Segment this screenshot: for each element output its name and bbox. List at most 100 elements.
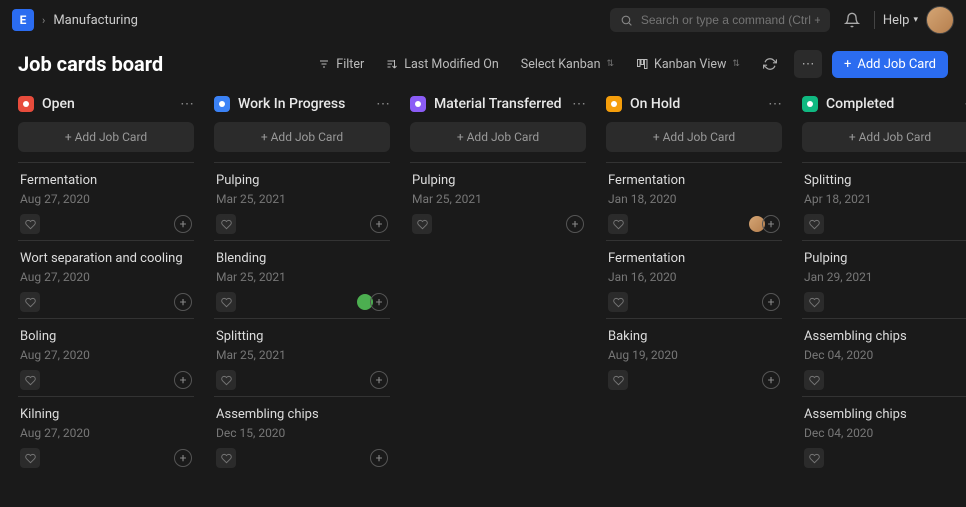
add-assignee-button[interactable]: + [762, 293, 780, 311]
add-assignee-button[interactable]: + [762, 215, 780, 233]
job-card[interactable]: FermentationJan 16, 2020+ [606, 240, 782, 318]
like-button[interactable] [216, 292, 236, 312]
add-assignee-button[interactable]: + [174, 215, 192, 233]
refresh-button[interactable] [756, 50, 784, 78]
column-status-icon [214, 96, 230, 112]
card-footer: + [608, 370, 780, 390]
add-card-button[interactable]: + Add Job Card [606, 122, 782, 152]
like-button[interactable] [804, 448, 824, 468]
plus-icon: + [844, 57, 851, 72]
user-avatar[interactable] [926, 6, 954, 34]
add-assignee-button[interactable]: + [174, 449, 192, 467]
add-assignee-button[interactable]: + [174, 293, 192, 311]
kanban-column: Open ⋯ + Add Job Card FermentationAug 27, 2… [18, 96, 194, 474]
card-date: Mar 25, 2021 [216, 270, 388, 284]
card-footer: + [216, 370, 388, 390]
column-title: Open [42, 96, 172, 112]
job-card[interactable]: PulpingMar 25, 2021+ [214, 162, 390, 240]
heart-icon [809, 297, 820, 308]
add-card-button[interactable]: + Add Job Card [410, 122, 586, 152]
job-card[interactable]: SplittingMar 25, 2021+ [214, 318, 390, 396]
column-status-icon [18, 96, 34, 112]
card-date: Mar 25, 2021 [216, 348, 388, 362]
like-button[interactable] [804, 292, 824, 312]
like-button[interactable] [20, 370, 40, 390]
job-card[interactable]: FermentationAug 27, 2020+ [18, 162, 194, 240]
like-button[interactable] [20, 214, 40, 234]
job-card[interactable]: Assembling chipsDec 15, 2020+ [214, 396, 390, 474]
job-card[interactable]: Assembling chipsDec 04, 2020 [802, 318, 966, 396]
column-menu-button[interactable]: ⋯ [768, 96, 782, 112]
group-select[interactable]: Select Kanban ⇅ [515, 53, 620, 76]
like-button[interactable] [412, 214, 432, 234]
sort-button[interactable]: Last Modified On [380, 53, 505, 76]
card-footer [804, 214, 966, 234]
notifications-button[interactable] [838, 6, 866, 34]
card-footer [804, 370, 966, 390]
job-card[interactable]: PulpingJan 29, 2021 [802, 240, 966, 318]
card-date: Aug 27, 2020 [20, 426, 192, 440]
card-title: Kilning [20, 407, 192, 422]
job-card[interactable]: BakingAug 19, 2020+ [606, 318, 782, 396]
add-card-button[interactable]: + Add Job Card [802, 122, 966, 152]
like-button[interactable] [804, 370, 824, 390]
job-card[interactable]: SplittingApr 18, 2021 [802, 162, 966, 240]
heart-icon [809, 219, 820, 230]
assignees: + [566, 215, 584, 233]
column-status-icon [606, 96, 622, 112]
card-footer: + [20, 448, 192, 468]
job-card[interactable]: FermentationJan 18, 2020+ [606, 162, 782, 240]
job-card[interactable]: BolingAug 27, 2020+ [18, 318, 194, 396]
like-button[interactable] [216, 214, 236, 234]
add-assignee-button[interactable]: + [370, 371, 388, 389]
more-button[interactable]: ⋯ [794, 50, 822, 78]
add-assignee-button[interactable]: + [370, 449, 388, 467]
add-job-card-button[interactable]: + Add Job Card [832, 51, 948, 78]
job-card[interactable]: Assembling chipsDec 04, 2020 [802, 396, 966, 474]
search-box[interactable] [610, 8, 830, 32]
like-button[interactable] [20, 292, 40, 312]
job-card[interactable]: Wort separation and coolingAug 27, 2020+ [18, 240, 194, 318]
breadcrumb[interactable]: Manufacturing [53, 13, 138, 28]
job-card[interactable]: Kilning Aug 27, 2020 + [18, 396, 194, 474]
divider [874, 11, 875, 29]
add-assignee-button[interactable]: + [174, 371, 192, 389]
card-footer: + [20, 370, 192, 390]
job-card[interactable]: PulpingMar 25, 2021+ [410, 162, 586, 240]
column-menu-button[interactable]: ⋯ [572, 96, 586, 112]
kanban-column: Work In Progress ⋯ + Add Job Card PulpingMa… [214, 96, 390, 474]
card-footer [804, 448, 966, 468]
card-date: Dec 15, 2020 [216, 426, 388, 440]
like-button[interactable] [216, 370, 236, 390]
add-card-button[interactable]: + Add Job Card [214, 122, 390, 152]
like-button[interactable] [608, 292, 628, 312]
refresh-icon [763, 57, 777, 71]
like-button[interactable] [608, 214, 628, 234]
heart-icon [809, 453, 820, 464]
like-button[interactable] [216, 448, 236, 468]
search-input[interactable] [641, 13, 820, 27]
add-assignee-button[interactable]: + [370, 293, 388, 311]
job-card[interactable]: BlendingMar 25, 2021+ [214, 240, 390, 318]
add-assignee-button[interactable]: + [370, 215, 388, 233]
column-title: Completed [826, 96, 956, 112]
column-header: Open ⋯ [18, 96, 194, 112]
add-card-button[interactable]: + Add Job Card [18, 122, 194, 152]
column-menu-button[interactable]: ⋯ [180, 96, 194, 112]
kanban-column: Material Transferred⋯+ Add Job CardPulpi… [410, 96, 586, 474]
assignees: + [174, 215, 192, 233]
heart-icon [809, 375, 820, 386]
column-menu-button[interactable]: ⋯ [376, 96, 390, 112]
help-link[interactable]: Help ▾ [883, 13, 918, 28]
add-assignee-button[interactable]: + [566, 215, 584, 233]
like-button[interactable] [804, 214, 824, 234]
filter-button[interactable]: Filter [312, 53, 370, 76]
like-button[interactable] [20, 448, 40, 468]
app-logo[interactable]: E [12, 9, 34, 31]
column-title: Work In Progress [238, 96, 368, 112]
view-select[interactable]: Kanban View ⇅ [630, 53, 746, 76]
heart-icon [25, 453, 36, 464]
like-button[interactable] [608, 370, 628, 390]
add-assignee-button[interactable]: + [762, 371, 780, 389]
assignees: + [174, 371, 192, 389]
